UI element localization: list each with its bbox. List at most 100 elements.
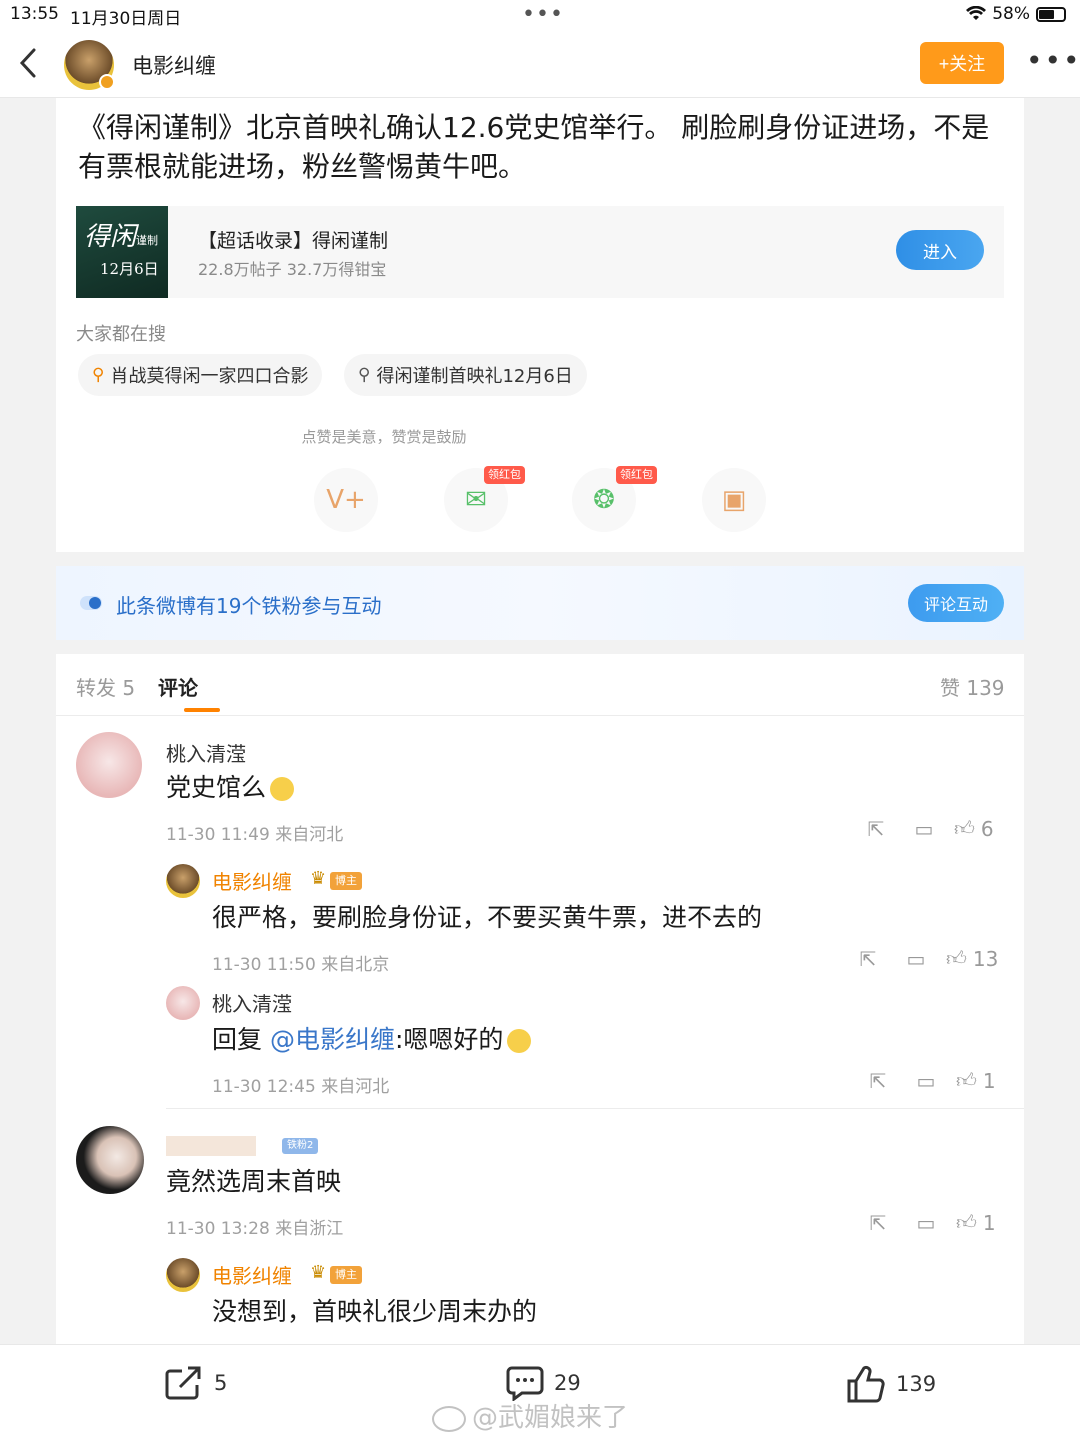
- commenter-avatar[interactable]: [76, 1126, 144, 1194]
- enter-topic-button[interactable]: 进入: [896, 230, 984, 270]
- multitask-dots[interactable]: •••: [522, 2, 564, 27]
- watermark: @武媚娘来了: [432, 1397, 628, 1434]
- watermark-text: @武媚娘来了: [472, 1403, 629, 1433]
- commenter-name-redacted[interactable]: [166, 1136, 256, 1156]
- iron-fans-banner: 此条微博有19个铁粉参与互动 评论互动: [56, 566, 1024, 640]
- comment-meta: 11-30 11:49 来自河北: [166, 825, 344, 845]
- reply-actions: ⇱ ▭ 👍︎ 1: [854, 1068, 996, 1093]
- blogger-badge: 博主: [330, 1266, 362, 1284]
- trending-search-label: 大家都在搜: [76, 324, 166, 345]
- repost-icon[interactable]: ⇱: [854, 1069, 902, 1093]
- comment-tabs: 转发 5 评论 赞 139: [56, 654, 1024, 716]
- tab-likes[interactable]: 赞 139: [940, 672, 1005, 701]
- reply-author-name[interactable]: 电影纠缠: [212, 866, 292, 895]
- thumb-up-icon: 👍︎: [954, 816, 975, 840]
- verified-badge-icon: [99, 74, 115, 90]
- comment-meta: 11-30 13:28 来自浙江: [166, 1219, 344, 1239]
- reply-meta: 11-30 12:45 来自河北: [212, 1077, 390, 1097]
- like-count: 13: [972, 946, 999, 971]
- super-topic-card[interactable]: 得闲 谨制 12月6日 【超话收录】得闲谨制 22.8万帖子 32.7万得钳宝 …: [76, 206, 1004, 298]
- commenter-avatar[interactable]: [76, 732, 142, 798]
- fans-toggle-icon: [80, 596, 102, 610]
- cover-sub: 谨制: [136, 234, 158, 247]
- repost-icon[interactable]: ⇱: [844, 947, 892, 971]
- mention-link[interactable]: @电影纠缠: [270, 1025, 395, 1054]
- topic-title: 【超话收录】得闲谨制: [198, 230, 389, 252]
- status-bar: 13:55 11月30日周日 ••• 58%: [0, 0, 1080, 30]
- search-chip-text: 得闲谨制首映礼12月6日: [376, 366, 573, 387]
- repost-icon[interactable]: ⇱: [852, 817, 900, 841]
- search-chip-text: 肖战莫得闲一家四口合影: [110, 366, 309, 387]
- follow-button[interactable]: +关注: [920, 42, 1004, 84]
- battery-icon: [1036, 6, 1066, 22]
- owner-avatar[interactable]: [166, 864, 200, 898]
- tab-comments[interactable]: 评论: [158, 672, 198, 701]
- blogger-badge: 博主: [330, 872, 362, 890]
- comment-actions: ⇱ ▭ 👍︎ 6: [852, 816, 994, 841]
- commenter-name[interactable]: 桃入清滢: [166, 738, 246, 767]
- like-button[interactable]: 139: [846, 1365, 936, 1403]
- battery-percent: 58%: [992, 4, 1030, 24]
- emoji-icon: [270, 777, 295, 801]
- comment-text: 党史馆么: [166, 768, 295, 804]
- search-chip[interactable]: ⚲ 得闲谨制首映礼12月6日: [344, 354, 587, 396]
- cover-date: 12月6日: [100, 260, 159, 278]
- reply-author-name[interactable]: 桃入清滢: [212, 988, 292, 1017]
- tab-repost[interactable]: 转发 5: [76, 672, 135, 701]
- reply-actions: ⇱ ▭ 👍︎ 13: [844, 946, 999, 971]
- thumb-up-icon: 👍︎: [946, 946, 967, 970]
- thumb-up-icon: 👍︎: [956, 1210, 977, 1234]
- comment-button[interactable]: 29: [506, 1365, 581, 1401]
- back-arrow-icon[interactable]: [14, 46, 44, 80]
- cover-title: 得闲: [84, 222, 137, 252]
- comments-section: 转发 5 评论 赞 139 桃入清滢 党史馆么 11-30 11:49 来自河北…: [56, 654, 1024, 1344]
- comment-icon: [506, 1366, 544, 1401]
- owner-avatar[interactable]: [166, 1258, 200, 1292]
- reply-icon[interactable]: ▭: [892, 947, 940, 971]
- comment-count: 29: [554, 1371, 581, 1395]
- repost-icon: [165, 1366, 201, 1400]
- more-icon[interactable]: •••: [1026, 44, 1080, 77]
- search-chip[interactable]: ⚲ 肖战莫得闲一家四口合影: [78, 354, 323, 396]
- commenter-avatar[interactable]: [166, 986, 200, 1020]
- post-text: 《得闲谨制》北京首映礼确认12.6党史馆举行。 刷脸刷身份证进场，不是有票根就能…: [78, 111, 990, 183]
- red-packet-badge: 领红包: [616, 466, 657, 484]
- account-name[interactable]: 电影纠缠: [132, 50, 216, 80]
- like-button[interactable]: 👍︎ 1: [956, 1068, 996, 1093]
- iron-fan-badge: 铁粉2: [282, 1138, 319, 1154]
- reward-tip: 点赞是美意，赞赏是鼓励: [301, 428, 467, 446]
- reply-meta: 11-30 11:50 来自北京: [212, 955, 390, 975]
- reply-icon[interactable]: ▭: [900, 817, 948, 841]
- like-count: 1: [982, 1210, 996, 1235]
- red-packet-badge: 领红包: [484, 466, 525, 484]
- like-button[interactable]: 👍︎ 6: [954, 816, 994, 841]
- active-tab-indicator: [184, 708, 220, 712]
- status-time: 13:55: [10, 4, 59, 24]
- status-right: 58%: [966, 4, 1066, 24]
- save-image-icon[interactable]: ▣: [702, 468, 766, 532]
- like-count: 6: [980, 816, 994, 841]
- repost-button[interactable]: 5: [164, 1365, 227, 1401]
- topic-stats: 22.8万帖子 32.7万得钳宝: [198, 260, 387, 279]
- comment-text: 竟然选周末首映: [166, 1167, 342, 1196]
- repost-icon[interactable]: ⇱: [854, 1211, 902, 1235]
- hot-search-icon: ⚲: [92, 365, 105, 385]
- crown-icon: ♛: [310, 868, 327, 889]
- reply-icon[interactable]: ▭: [902, 1211, 950, 1235]
- like-button[interactable]: 👍︎ 13: [946, 946, 998, 971]
- reply-icon[interactable]: ▭: [902, 1069, 950, 1093]
- reply-prefix: 回复: [212, 1025, 270, 1054]
- reply-text-content: :嗯嗯好的: [394, 1025, 504, 1054]
- reply-text: 很严格，要刷脸身份证，不要买黄牛票，进不去的: [212, 903, 763, 932]
- like-count: 1: [982, 1068, 996, 1093]
- reply-text: 没想到，首映礼很少周末办的: [212, 1297, 538, 1326]
- repost-count: 5: [214, 1371, 228, 1395]
- bottom-action-bar: 5 29 139 @武媚娘来了: [0, 1344, 1080, 1440]
- wifi-icon: [966, 6, 987, 20]
- comment-text-content: 党史馆么: [166, 773, 267, 802]
- vplus-reward-icon[interactable]: V+: [314, 468, 378, 532]
- reply-author-name[interactable]: 电影纠缠: [212, 1260, 292, 1289]
- comment-interact-button[interactable]: 评论互动: [908, 584, 1004, 622]
- post-card: 《得闲谨制》北京首映礼确认12.6党史馆举行。 刷脸刷身份证进场，不是有票根就能…: [56, 98, 1024, 552]
- like-button[interactable]: 👍︎ 1: [956, 1210, 996, 1235]
